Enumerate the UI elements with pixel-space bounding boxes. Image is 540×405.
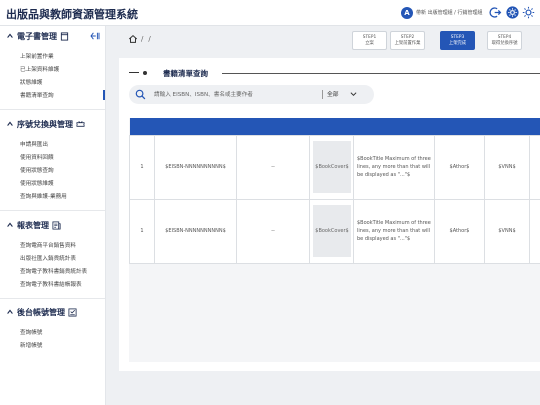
sidebar-item-add-account[interactable]: 新增帳號 xyxy=(20,341,42,349)
cell-cover: $BookCover$ xyxy=(309,134,354,200)
cell-extra: y xyxy=(529,198,540,264)
report-icon xyxy=(52,220,61,230)
logout-icon[interactable] xyxy=(489,6,502,19)
book-list-table: 1 $EISBN-NNNNNNNNNN$ -- $BookCover$ $Boo… xyxy=(129,118,540,264)
sidebar-item-usage-status-maintenance[interactable]: 使用狀態維護 xyxy=(20,179,54,187)
book-icon xyxy=(60,31,69,41)
main-content: 書籍清單查詢 全部 1 xyxy=(119,58,540,371)
sidebar-item-query-accounts[interactable]: 查詢帳號 xyxy=(20,328,42,336)
sidebar-item-listed-maintenance[interactable]: 已上架資料維護 xyxy=(20,65,59,73)
cell-eisbn: $EISBN-NNNNNNNNNN$ xyxy=(154,198,237,264)
sidebar-section-serials[interactable]: 序號兌換與管理 xyxy=(6,118,85,130)
step-4-button[interactable]: STEP4 取得兌換序號 xyxy=(487,31,522,50)
app-title: 出版品與教師資源管理系統 xyxy=(6,8,138,21)
filter-select[interactable]: 全部 xyxy=(327,89,367,100)
theme-sun-icon[interactable] xyxy=(522,6,535,19)
chevron-up-icon xyxy=(7,33,13,38)
book-title: $BookTitle Maximum of three lines, any m… xyxy=(357,156,431,178)
user-role-text: 帶新 出版管理組 / 行銷管理組 xyxy=(416,10,483,16)
step-1-button[interactable]: STEP1 立案 xyxy=(352,31,387,50)
step-label: 上架完成 xyxy=(448,41,467,46)
sidebar-section-title: 後台帳號管理 xyxy=(17,307,65,317)
sidebar-divider xyxy=(0,298,105,299)
sidebar-section-reports[interactable]: 報表管理 xyxy=(6,219,61,231)
cell-author: $Athor$ xyxy=(434,134,485,200)
book-cover-placeholder: $BookCover$ xyxy=(313,141,351,193)
settings-icon[interactable] xyxy=(506,6,519,19)
user-avatar[interactable]: A xyxy=(401,7,413,19)
sidebar-section-ebook[interactable]: 電子書管理 xyxy=(6,30,69,42)
sidebar-item-ecommerce-sales[interactable]: 查詢電商平台銷售資料 xyxy=(20,241,76,249)
cell-title: $BookTitle Maximum of three lines, any m… xyxy=(353,198,435,264)
page-title: 書籍清單查詢 xyxy=(163,69,208,78)
chevron-up-icon xyxy=(7,309,13,314)
cell-vnn: $VNN$ xyxy=(484,134,530,200)
sidebar-section-title: 序號兌換與管理 xyxy=(17,119,73,129)
book-cover-placeholder: $BookCover$ xyxy=(313,205,351,257)
step-label: 立案 xyxy=(365,41,374,46)
search-icon[interactable] xyxy=(135,89,146,100)
ticket-icon xyxy=(76,120,85,127)
sidebar-item-prelist-setup[interactable]: 上架前置作業 xyxy=(20,52,54,60)
active-item-indicator xyxy=(103,90,105,100)
breadcrumb-separator: / xyxy=(141,35,144,43)
search-bar: 全部 xyxy=(129,85,374,104)
cell-author: $Athor$ xyxy=(434,198,485,264)
book-title: $BookTitle Maximum of three lines, any m… xyxy=(357,220,431,242)
search-separator xyxy=(322,90,323,99)
cell-row-number: 1 xyxy=(129,134,155,200)
top-bar: 出版品與教師資源管理系統 A 帶新 出版管理組 / 行銷管理組 xyxy=(0,0,540,26)
sidebar-item-usage-feedback[interactable]: 使用資料回饋 xyxy=(20,153,54,161)
cell-title: $BookTitle Maximum of three lines, any m… xyxy=(353,134,435,200)
sidebar-item-usage-status-query[interactable]: 使用狀態查詢 xyxy=(20,166,54,174)
breadcrumb: / / xyxy=(128,33,151,45)
sidebar-item-book-list-query[interactable]: 書籍清單查詢 xyxy=(20,91,54,99)
sidebar-section-title: 電子書管理 xyxy=(17,31,57,41)
sidebar-divider xyxy=(0,109,105,110)
sidebar-item-publisher-import-sales[interactable]: 出版社匯入銷貨統計表 xyxy=(20,254,76,262)
step-label: 取得兌換序號 xyxy=(491,41,518,46)
sidebar-item-status-maintenance[interactable]: 狀態維護 xyxy=(20,78,42,86)
table-header-row xyxy=(129,118,540,135)
chevron-up-icon xyxy=(7,121,13,126)
cell-empty-value: -- xyxy=(236,134,310,200)
cell-vnn: $VNN$ xyxy=(484,198,530,264)
sidebar-item-etextbook-billing-report[interactable]: 查詢電子教科書結帳報表 xyxy=(20,280,82,288)
cell-extra: y xyxy=(529,134,540,200)
sidebar-item-apply-export[interactable]: 申請與匯出 xyxy=(20,140,48,148)
cell-cover: $BookCover$ xyxy=(309,198,354,264)
table-row[interactable]: 1 $EISBN-NNNNNNNNNN$ -- $BookCover$ $Boo… xyxy=(129,198,540,264)
search-input[interactable] xyxy=(154,88,314,101)
cell-row-number: 1 xyxy=(129,198,155,264)
cell-eisbn: $EISBN-NNNNNNNNNN$ xyxy=(154,134,237,200)
sidebar-collapse-icon[interactable] xyxy=(90,32,100,40)
cell-empty-value: -- xyxy=(236,198,310,264)
table-row[interactable]: 1 $EISBN-NNNNNNNNNN$ -- $BookCover$ $Boo… xyxy=(129,134,540,200)
sidebar: 電子書管理 上架前置作業 已上架資料維護 狀態維護 書籍清單查詢 序號兌換與管理… xyxy=(0,26,106,405)
sidebar-section-title: 報表管理 xyxy=(17,220,49,230)
home-icon[interactable] xyxy=(128,34,138,44)
title-decoration-line xyxy=(129,72,139,73)
step-label: 上架前置作業 xyxy=(394,41,421,46)
sidebar-item-etextbook-sales-stats[interactable]: 查詢電子教科書銷貨統計表 xyxy=(20,267,87,275)
account-icon xyxy=(68,307,77,317)
chevron-down-icon xyxy=(350,92,357,97)
sidebar-section-accounts[interactable]: 後台帳號管理 xyxy=(6,306,77,318)
sidebar-divider xyxy=(0,210,105,211)
title-divider-line xyxy=(222,72,540,74)
step-3-button[interactable]: STEP3 上架完成 xyxy=(440,31,475,50)
filter-selected-value: 全部 xyxy=(327,92,339,98)
sidebar-item-sales-query-maintenance[interactable]: 查詢與維護-業務用 xyxy=(20,192,67,200)
step-2-button[interactable]: STEP2 上架前置作業 xyxy=(390,31,425,50)
book-list-table-container[interactable]: 1 $EISBN-NNNNNNNNNN$ -- $BookCover$ $Boo… xyxy=(129,118,540,362)
title-decoration-dot xyxy=(143,70,147,75)
breadcrumb-separator: / xyxy=(148,35,151,43)
chevron-up-icon xyxy=(7,222,13,227)
